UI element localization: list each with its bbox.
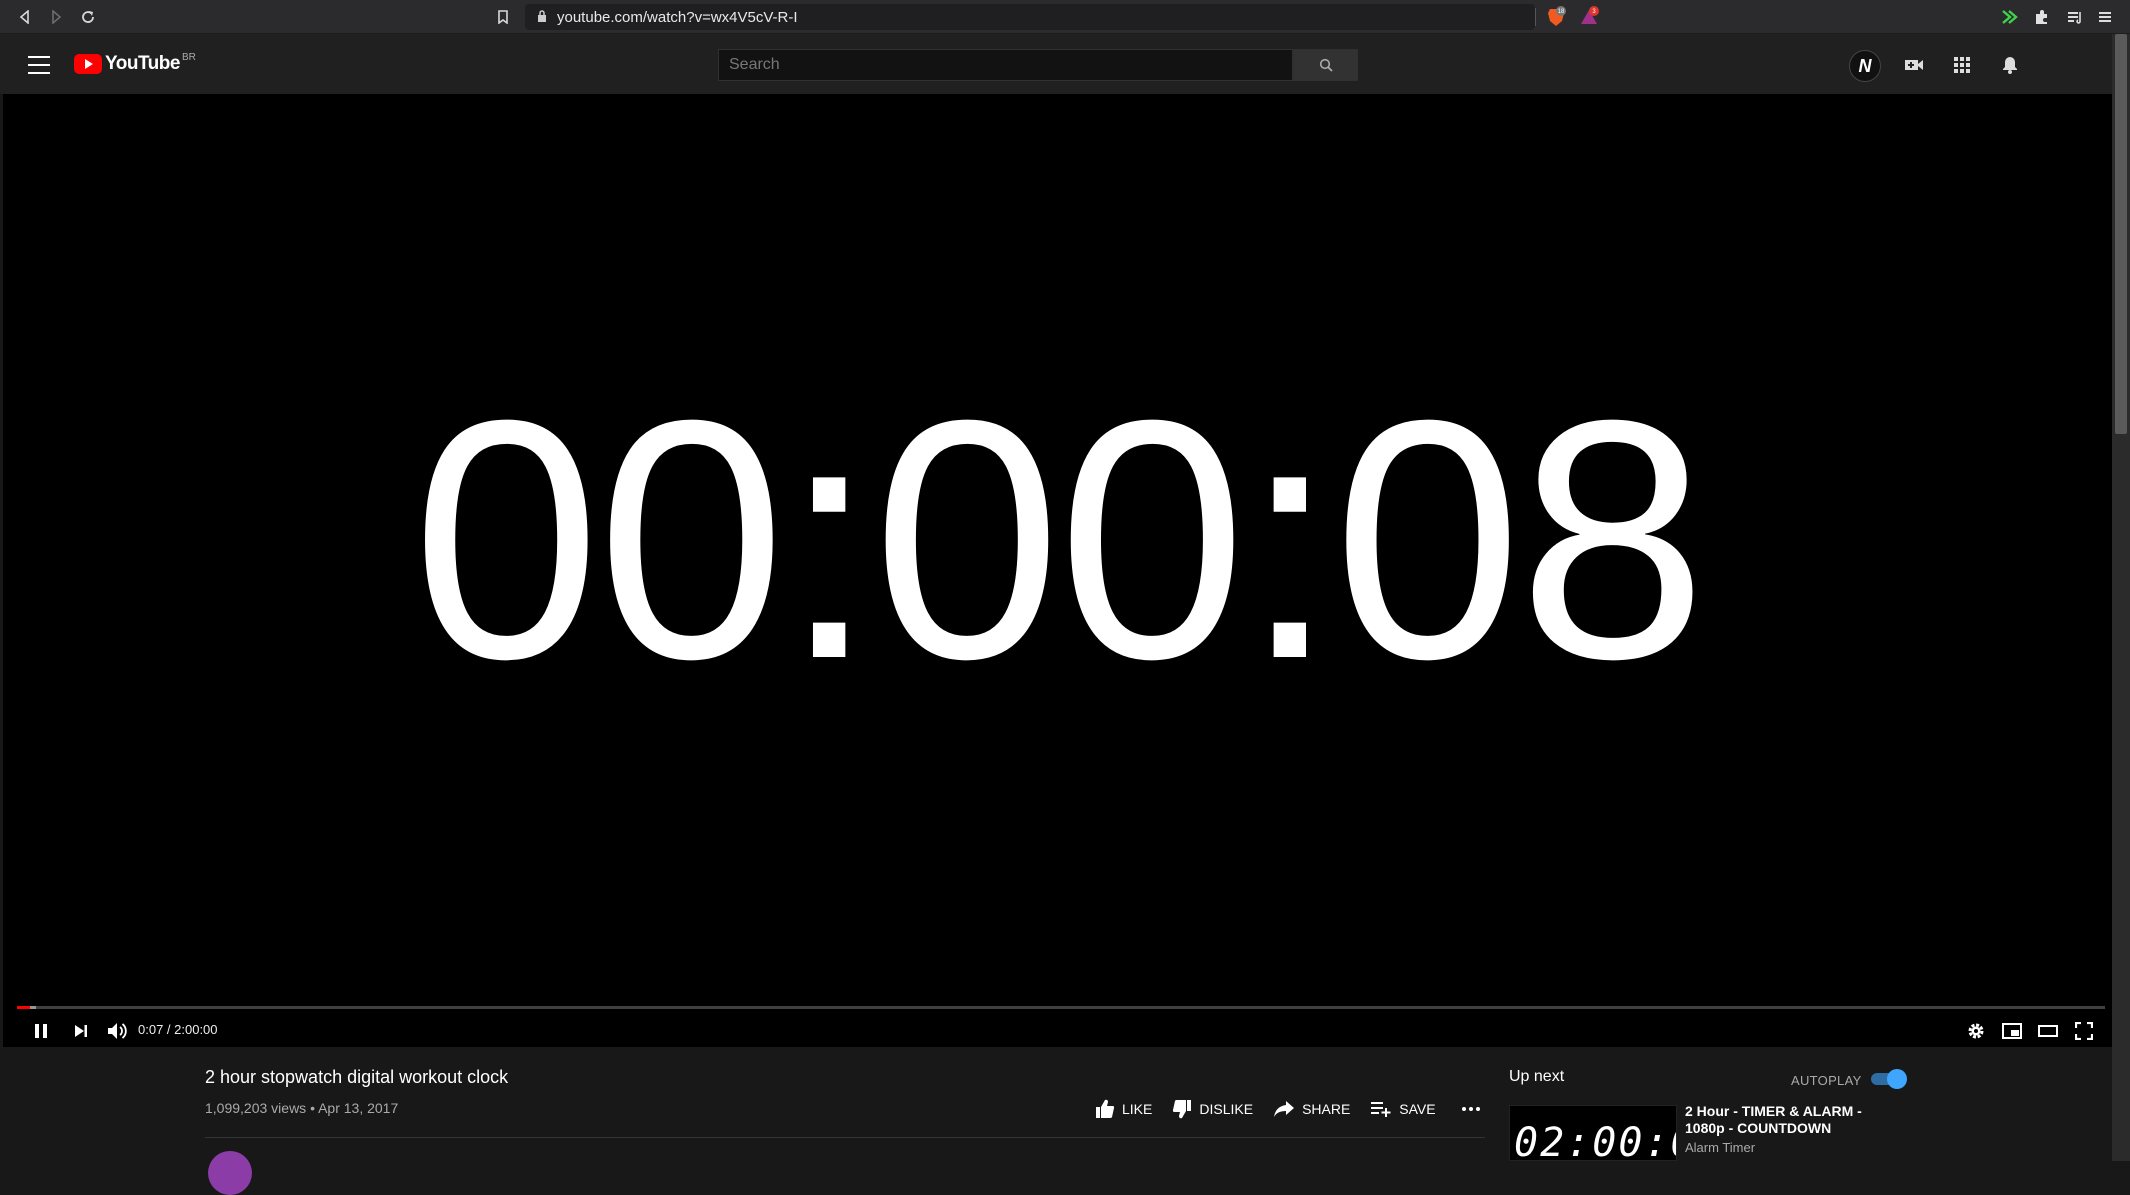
address-divider <box>1535 8 1536 26</box>
dislike-button[interactable]: DISLIKE <box>1172 1099 1253 1119</box>
stopwatch-display: 00:00:08 <box>411 350 1707 730</box>
recommended-video-channel: Alarm Timer <box>1685 1140 1756 1155</box>
back-icon[interactable] <box>10 2 40 32</box>
extensions-puzzle-icon[interactable] <box>2027 2 2057 32</box>
apps-grid-icon[interactable] <box>1947 50 1977 80</box>
fullscreen-button[interactable] <box>2066 1013 2102 1049</box>
page-scrollbar[interactable] <box>2112 34 2130 1161</box>
theater-mode-icon <box>2038 1025 2058 1037</box>
thumbnail-clock-text: 02:00:00 <box>1514 1120 1676 1161</box>
save-button[interactable]: SAVE <box>1370 1100 1436 1118</box>
reload-icon[interactable] <box>73 2 103 32</box>
like-button[interactable]: LIKE <box>1095 1099 1152 1119</box>
share-button[interactable]: SHARE <box>1273 1100 1350 1118</box>
fullscreen-icon <box>2075 1022 2093 1040</box>
guide-menu-icon[interactable] <box>24 52 54 78</box>
playlist-add-icon <box>1371 1102 1391 1117</box>
brave-rewards-icon[interactable]: 3 <box>1578 6 1600 28</box>
dislike-label: DISLIKE <box>1199 1101 1254 1117</box>
autoplay-toggle[interactable] <box>1871 1069 1907 1089</box>
like-label: LIKE <box>1122 1101 1153 1117</box>
more-actions-icon[interactable] <box>1456 1099 1486 1119</box>
search-box <box>718 49 1358 81</box>
search-input[interactable] <box>718 49 1293 81</box>
lock-icon <box>537 9 547 25</box>
video-view-date: 1,099,203 views • Apr 13, 2017 <box>205 1100 399 1116</box>
recommended-video-title[interactable]: 2 Hour - TIMER & ALARM - 1080p - COUNTDO… <box>1685 1103 1885 1137</box>
progress-bar[interactable] <box>17 1006 2105 1009</box>
thumbs-up-icon <box>1096 1099 1115 1119</box>
skip-next-icon <box>75 1025 87 1037</box>
browser-toolbar: youtube.com/watch?v=wx4V5cV-R-I 18 3 <box>0 0 2130 34</box>
channel-avatar[interactable] <box>208 1151 252 1195</box>
share-label: SHARE <box>1302 1101 1351 1117</box>
settings-gear-icon <box>1968 1023 1984 1039</box>
pause-icon <box>35 1024 47 1038</box>
forward-icon[interactable] <box>41 2 71 32</box>
settings-button[interactable] <box>1958 1013 1994 1049</box>
recommended-video-thumbnail[interactable]: 02:00:00 <box>1509 1105 1677 1161</box>
share-arrow-icon <box>1274 1101 1295 1117</box>
autoplay-label: AUTOPLAY <box>1791 1073 1862 1088</box>
pause-button[interactable] <box>23 1013 59 1049</box>
speed-extension-icon[interactable] <box>1995 2 2025 32</box>
up-next-heading: Up next <box>1509 1068 1565 1085</box>
volume-icon <box>108 1023 127 1039</box>
brave-shield-icon[interactable]: 18 <box>1545 6 1567 28</box>
browser-menu-icon[interactable] <box>2090 2 2120 32</box>
metadata-divider <box>205 1137 1485 1138</box>
logo-text: YouTube <box>105 53 180 74</box>
video-title: 2 hour stopwatch digital workout clock <box>205 1067 509 1087</box>
thumbs-down-icon <box>1173 1099 1192 1119</box>
mute-button[interactable] <box>99 1013 135 1049</box>
create-video-icon[interactable] <box>1899 50 1929 80</box>
reading-list-icon[interactable] <box>2060 2 2090 32</box>
address-bar[interactable]: youtube.com/watch?v=wx4V5cV-R-I <box>525 4 1535 30</box>
miniplayer-icon <box>2002 1023 2022 1039</box>
url-text: youtube.com/watch?v=wx4V5cV-R-I <box>557 8 798 26</box>
youtube-logo[interactable]: YouTube BR <box>74 51 196 75</box>
youtube-header: YouTube BR N <box>0 34 2112 94</box>
bookmark-icon[interactable] <box>488 2 518 32</box>
country-code: BR <box>181 51 196 63</box>
progress-played <box>17 1006 30 1009</box>
video-frame: 00:00:08 <box>3 94 2112 1047</box>
video-actions: LIKE DISLIKE SHARE SAVE <box>1095 1099 1486 1119</box>
shield-count: 18 <box>1558 9 1565 15</box>
search-button[interactable] <box>1293 49 1358 81</box>
scrollbar-thumb[interactable] <box>2115 34 2127 434</box>
time-display: 0:07 / 2:00:00 <box>138 1022 218 1037</box>
miniplayer-button[interactable] <box>1994 1013 2030 1049</box>
watch-metadata: 2 hour stopwatch digital workout clock 1… <box>0 1047 2112 1195</box>
notifications-bell-icon[interactable] <box>1995 50 2025 80</box>
account-avatar[interactable]: N <box>1849 50 1881 82</box>
video-player[interactable]: 00:00:08 0:07 / 2:00:00 <box>3 94 2112 1047</box>
save-label: SAVE <box>1399 1101 1436 1117</box>
youtube-play-logo-icon <box>74 54 102 74</box>
search-icon <box>1319 58 1333 72</box>
theater-mode-button[interactable] <box>2030 1013 2066 1049</box>
next-button[interactable] <box>63 1013 99 1049</box>
